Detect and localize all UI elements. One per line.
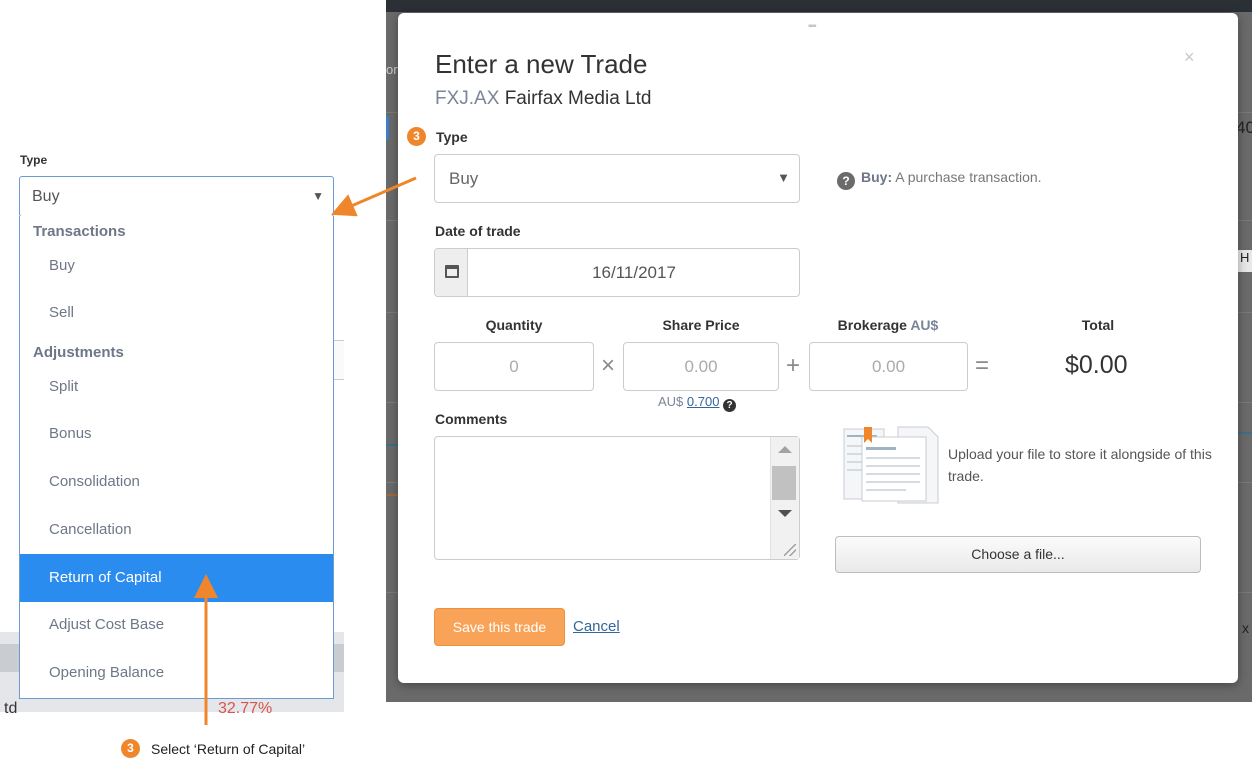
share-price-label: Share Price bbox=[662, 317, 740, 333]
background-text-fragment: 40 bbox=[1236, 118, 1252, 137]
dropdown-option-bonus[interactable]: Bonus bbox=[20, 410, 333, 458]
scroll-up-icon[interactable] bbox=[778, 446, 792, 453]
brokerage-label: Brokerage AU$ bbox=[809, 317, 967, 333]
close-icon[interactable]: × bbox=[1184, 47, 1195, 68]
total-value: $0.00 bbox=[1065, 351, 1128, 379]
exchange-rate: AU$ 0.700 ? bbox=[658, 394, 737, 412]
total-label: Total bbox=[1081, 317, 1115, 333]
type-label: Type bbox=[436, 129, 468, 145]
dropdown-group-transactions: Transactions bbox=[33, 223, 126, 240]
security-name: FXJ.AX Fairfax Media Ltd bbox=[435, 88, 651, 110]
brokerage-label-text: Brokerage bbox=[837, 317, 907, 333]
comments-textarea[interactable] bbox=[434, 436, 800, 560]
background-chart-line bbox=[1238, 432, 1252, 434]
modal-title: Enter a new Trade bbox=[435, 49, 648, 79]
choose-file-button[interactable]: Choose a file... bbox=[835, 536, 1201, 573]
brokerage-input[interactable]: 0.00 bbox=[809, 342, 968, 391]
drag-handle-icon[interactable]: ▪▪▪ bbox=[808, 21, 817, 32]
upload-description: Upload your file to store it alongside o… bbox=[948, 446, 1212, 484]
date-addon[interactable] bbox=[435, 249, 468, 296]
background-row-name: td bbox=[4, 700, 18, 717]
dropdown-option-adjust-cost-base[interactable]: Adjust Cost Base bbox=[20, 601, 333, 649]
calendar-icon bbox=[445, 265, 459, 278]
chevron-down-icon: ▼ bbox=[312, 189, 324, 203]
save-trade-button[interactable]: Save this trade bbox=[434, 608, 565, 646]
fx-rate-link[interactable]: 0.700 bbox=[687, 394, 720, 409]
chevron-down-icon: ▼ bbox=[777, 170, 790, 185]
dropdown-option-consolidation[interactable]: Consolidation bbox=[20, 458, 333, 506]
type-select[interactable]: Buy ▼ bbox=[434, 154, 800, 203]
background-chart-line bbox=[386, 494, 398, 496]
quantity-label: Quantity bbox=[485, 317, 543, 333]
dropdown-type-label: Type bbox=[20, 153, 48, 167]
comments-label: Comments bbox=[435, 411, 508, 427]
background-text-fragment: x bbox=[1242, 620, 1249, 636]
step-badge: 3 bbox=[407, 127, 426, 146]
background-topbar bbox=[386, 0, 1252, 12]
type-dropdown-list: Transactions Buy Sell Adjustments Split … bbox=[19, 216, 334, 699]
type-hint-term: Buy: bbox=[861, 169, 893, 185]
company-name: Fairfax Media Ltd bbox=[504, 88, 652, 109]
comments-scrollbar[interactable] bbox=[770, 437, 799, 559]
scrollbar-thumb[interactable] bbox=[772, 466, 796, 500]
annotation-instruction: Select ‘Return of Capital’ bbox=[151, 741, 306, 757]
help-icon: ? bbox=[837, 172, 855, 190]
type-dropdown-value: Buy bbox=[32, 188, 60, 205]
dropdown-option-return-of-capital[interactable]: Return of Capital bbox=[20, 554, 333, 602]
background-text-fragment: H bbox=[1238, 250, 1252, 272]
dropdown-group-adjustments: Adjustments bbox=[33, 344, 124, 361]
step-badge: 3 bbox=[121, 739, 140, 758]
dropdown-option-buy[interactable]: Buy bbox=[20, 242, 333, 290]
dropdown-option-split[interactable]: Split bbox=[20, 363, 333, 411]
help-icon[interactable]: ? bbox=[723, 399, 737, 412]
documents-icon bbox=[843, 426, 939, 504]
date-label: Date of trade bbox=[435, 223, 521, 239]
scroll-down-icon[interactable] bbox=[778, 510, 792, 517]
new-trade-modal: ▪▪▪ × Enter a new Trade FXJ.AX Fairfax M… bbox=[398, 13, 1238, 683]
date-field[interactable]: 16/11/2017 bbox=[434, 248, 800, 297]
type-hint: ? Buy: A purchase transaction. bbox=[837, 169, 1042, 190]
dropdown-option-sell[interactable]: Sell bbox=[20, 289, 333, 337]
background-accent-bar bbox=[386, 116, 389, 140]
resize-grip-icon[interactable] bbox=[784, 544, 796, 556]
equals-operator: = bbox=[975, 352, 990, 379]
plus-operator: + bbox=[786, 352, 801, 379]
quantity-input[interactable]: 0 bbox=[434, 342, 594, 391]
screenshot-root: ort 40 H x td 32.77% Type Buy ▼ Transact… bbox=[0, 0, 1252, 770]
multiply-operator: × bbox=[601, 352, 616, 379]
cancel-link[interactable]: Cancel bbox=[573, 618, 620, 635]
type-select-value: Buy bbox=[449, 169, 479, 188]
share-price-input[interactable]: 0.00 bbox=[623, 342, 779, 391]
ticker-symbol: FXJ.AX bbox=[435, 88, 500, 109]
fx-currency: AU$ bbox=[658, 394, 684, 409]
background-chart-line bbox=[386, 444, 398, 446]
type-hint-text: A purchase transaction. bbox=[895, 169, 1042, 185]
date-value: 16/11/2017 bbox=[592, 263, 676, 282]
dropdown-option-cancellation[interactable]: Cancellation bbox=[20, 506, 333, 554]
background-row-value: 32.77% bbox=[218, 700, 273, 717]
type-dropdown-expanded[interactable]: Buy ▼ bbox=[19, 176, 334, 217]
brokerage-currency: AU$ bbox=[910, 317, 939, 333]
dropdown-option-opening-balance[interactable]: Opening Balance bbox=[20, 649, 333, 697]
